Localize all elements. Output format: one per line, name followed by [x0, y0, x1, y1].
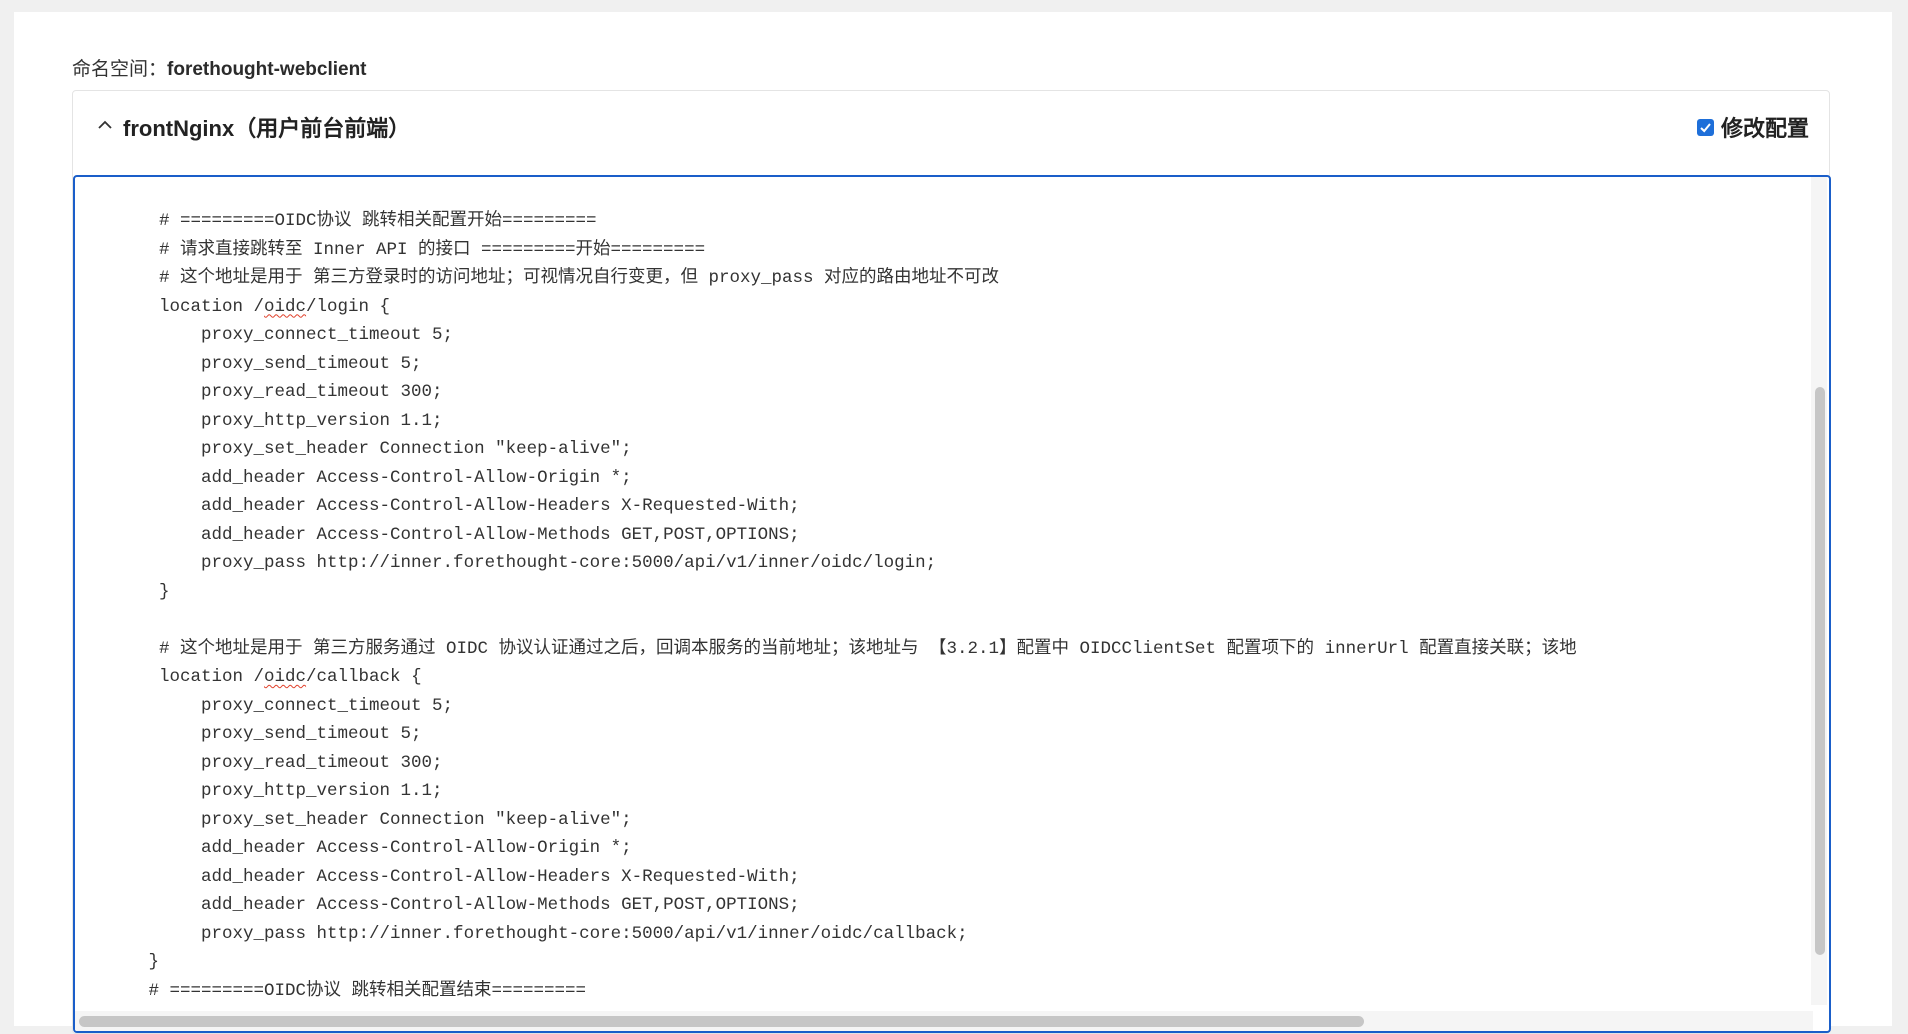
config-editor[interactable]: # =========OIDC协议 跳转相关配置开始========= # 请求…	[73, 175, 1831, 1033]
code-line: add_header Access-Control-Allow-Methods …	[75, 524, 800, 545]
code-line: proxy_pass http://inner.forethought-core…	[75, 923, 968, 944]
code-line: proxy_read_timeout 300;	[75, 382, 443, 402]
code-line: proxy_pass http://inner.forethought-core…	[75, 553, 937, 573]
namespace-value: forethought-webclient	[167, 59, 367, 80]
code-line: # 请求直接跳转至 Inner API 的接口 =========开始=====…	[75, 239, 706, 260]
card-header[interactable]: frontNginx（用户前台前端） 修改配置	[73, 91, 1829, 165]
spellcheck-word: oidc	[264, 667, 307, 687]
code-line: }	[75, 952, 160, 972]
horizontal-scroll-thumb[interactable]	[79, 1016, 1364, 1027]
code-line: add_header Access-Control-Allow-Methods …	[75, 895, 800, 915]
code-line: # =========OIDC协议 跳转相关配置开始=========	[75, 211, 597, 231]
modify-config-label: 修改配置	[1720, 116, 1809, 141]
code-line: proxy_send_timeout 5;	[75, 724, 422, 744]
code-line: proxy_set_header Connection "keep-alive"…	[75, 439, 632, 459]
modify-config-checkbox[interactable]	[1696, 118, 1714, 136]
code-line: proxy_set_header Connection "keep-alive"…	[75, 809, 632, 830]
modify-config-toggle[interactable]: 修改配置	[1696, 111, 1809, 143]
check-icon	[1700, 122, 1711, 132]
code-line: proxy_http_version 1.1;	[75, 410, 443, 431]
code-line: # =========OIDC协议 跳转相关配置结束=========	[75, 980, 587, 1001]
card-title: frontNginx（用户前台前端）	[123, 116, 411, 141]
code-line: proxy_read_timeout 300;	[75, 752, 443, 773]
code-line: # 这个地址是用于 第三方登录时的访问地址；可视情况自行变更，但 proxy_p…	[75, 268, 1000, 288]
code-line: }	[75, 581, 170, 602]
code-line: location /oidc/login {	[75, 296, 391, 317]
config-card: frontNginx（用户前台前端） 修改配置 # =========OIDC协…	[72, 90, 1831, 1034]
code-line: location /oidc/callback {	[75, 667, 422, 687]
horizontal-scrollbar[interactable]	[75, 1011, 1813, 1031]
namespace-line: 命名空间：forethought-webclient	[72, 54, 367, 81]
code-line: add_header Access-Control-Allow-Headers …	[75, 866, 800, 887]
vertical-scroll-thumb[interactable]	[1815, 387, 1825, 955]
code-textarea[interactable]: # =========OIDC协议 跳转相关配置开始========= # 请求…	[75, 207, 1813, 1007]
code-line: proxy_http_version 1.1;	[75, 781, 443, 801]
chevron-up-icon[interactable]	[97, 117, 113, 133]
namespace-label: 命名空间：	[72, 59, 168, 80]
code-line: proxy_connect_timeout 5;	[75, 695, 454, 716]
code-line: proxy_connect_timeout 5;	[75, 325, 454, 345]
code-line: add_header Access-Control-Allow-Origin *…	[75, 838, 632, 858]
code-line: add_header Access-Control-Allow-Headers …	[75, 496, 800, 516]
page: 命名空间：forethought-webclient frontNginx（用户…	[14, 12, 1892, 1034]
code-line: proxy_send_timeout 5;	[75, 353, 422, 374]
code-line: # 这个地址是用于 第三方服务通过 OIDC 协议认证通过之后，回调本服务的当前…	[75, 638, 1577, 659]
code-line: add_header Access-Control-Allow-Origin *…	[75, 467, 632, 488]
spellcheck-word: oidc	[264, 296, 307, 317]
